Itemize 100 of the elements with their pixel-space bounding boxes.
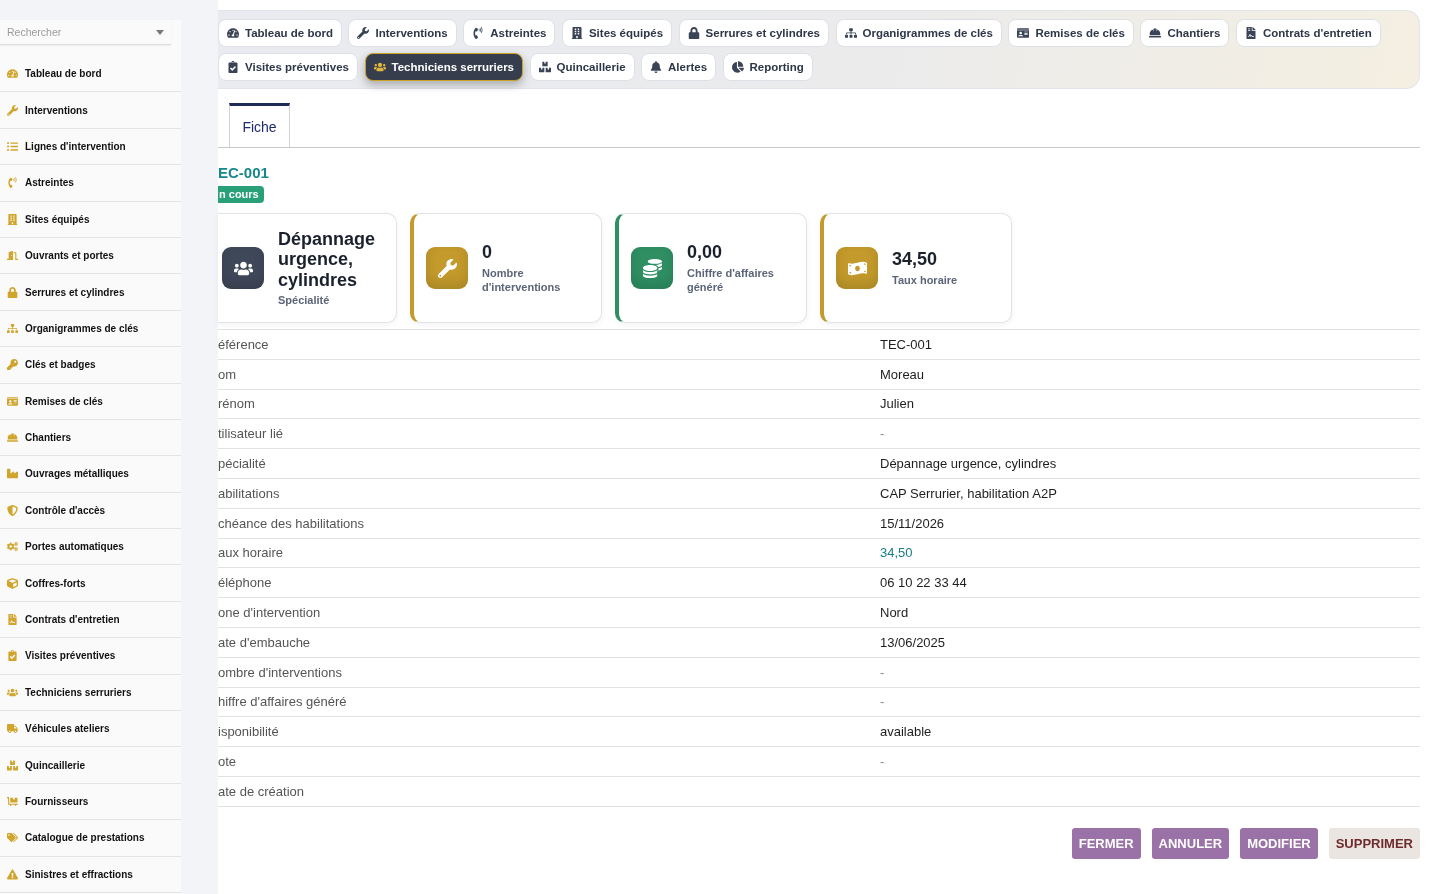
document-icon	[1244, 27, 1257, 39]
record-reference: EC-001	[218, 164, 269, 182]
pie-chart-icon	[731, 61, 744, 73]
lock-icon	[687, 27, 700, 39]
field-label: tilisateur lié	[218, 426, 284, 442]
sidebar-item[interactable]: Contrats d'entretien	[0, 601, 181, 639]
shield-icon	[7, 504, 18, 516]
record-tab[interactable]: Fiche	[229, 103, 290, 147]
sidebar-item[interactable]: Organigrammes de clés	[0, 310, 181, 348]
factory-icon	[7, 468, 18, 480]
module-tab[interactable]: Visites préventives	[218, 53, 358, 81]
wrench-icon	[357, 27, 370, 39]
sidebar-item[interactable]: Catalogue de prestations	[0, 820, 181, 857]
field-value: available	[880, 724, 932, 740]
module-tab[interactable]: Techniciens serruriers	[364, 53, 523, 81]
sidebar-item[interactable]: Quincaillerie	[0, 747, 181, 784]
module-tab[interactable]: Chantiers	[1140, 19, 1230, 47]
module-tab[interactable]: Interventions	[348, 19, 457, 47]
action-button[interactable]: FERMER	[1071, 827, 1141, 859]
door-icon	[7, 250, 18, 262]
sidebar-item[interactable]: Serrures et cylindres	[0, 274, 181, 311]
field-label: abilitations	[218, 485, 280, 501]
wrench-icon	[7, 104, 18, 116]
field-label: rénom	[218, 396, 255, 412]
field-value: 13/06/2025	[880, 634, 946, 650]
list-icon	[7, 140, 18, 152]
field-label: aux horaire	[218, 545, 284, 561]
sidebar-item[interactable]: Fournisseurs	[0, 783, 181, 821]
sidebar-item[interactable]: Coffres-forts	[0, 565, 181, 602]
gauge-icon	[227, 27, 239, 39]
sidebar-item[interactable]: Lignes d'intervention	[0, 128, 181, 166]
sidebar-item[interactable]: Sinistres et effractions	[0, 856, 181, 893]
stat-value: 34,50	[892, 249, 939, 270]
field-value: Dépannage urgence, cylindres	[880, 456, 1057, 472]
sidebar-item[interactable]: Interventions	[0, 92, 181, 129]
sidebar-item[interactable]: Contrôle d'accès	[0, 492, 181, 530]
sidebar-item[interactable]: Portes automatiques	[0, 529, 181, 566]
gauge-icon	[7, 68, 18, 80]
document-icon	[7, 614, 18, 626]
module-tab[interactable]: Quincaillerie	[529, 53, 635, 81]
search-field[interactable]: Rechercher	[0, 20, 171, 45]
boxes-icon	[538, 61, 551, 73]
hard-hat-icon	[7, 432, 18, 444]
building-icon	[7, 213, 18, 225]
caret-icon[interactable]	[156, 30, 164, 35]
module-tab[interactable]: Tableau de bord	[218, 19, 342, 47]
sidebar-item[interactable]: Astreintes	[0, 165, 181, 202]
sidebar-item[interactable]: Sites équipés	[0, 201, 181, 238]
boxes-icon	[7, 759, 18, 771]
field-label: éléphone	[218, 575, 272, 591]
people-icon	[373, 61, 386, 73]
id-card-icon	[1017, 27, 1030, 39]
field-label: isponibilité	[218, 724, 279, 740]
warning-icon	[7, 868, 18, 880]
dolly-icon	[7, 796, 18, 807]
sidebar-item[interactable]: Remises de clés	[0, 383, 181, 420]
module-tab[interactable]: Sites équipés	[561, 19, 673, 47]
field-label: ombre d'interventions	[218, 664, 342, 680]
field-value: 15/11/2026	[880, 515, 945, 531]
field-value: 06 10 22 33 44	[880, 575, 967, 591]
stat-label: Chiffre d'affaires généré	[687, 265, 775, 294]
bell-icon	[650, 61, 663, 73]
field-label: pécialité	[218, 456, 266, 472]
phone-icon	[472, 27, 485, 39]
sidebar-item[interactable]: Ouvrants et portes	[0, 237, 181, 275]
sidebar-item[interactable]: Véhicules ateliers	[0, 711, 181, 748]
sidebar-item[interactable]: Ouvrages métalliques	[0, 456, 181, 493]
action-button[interactable]: ANNULER	[1151, 827, 1230, 859]
people-icon	[7, 686, 18, 698]
cube-icon	[7, 577, 18, 589]
sidebar-item[interactable]: Chantiers	[0, 419, 181, 457]
sidebar-item[interactable]: Tableau de bord	[0, 56, 181, 93]
field-value: CAP Serrurier, habilitation A2P	[880, 485, 1057, 501]
stat-value: Dépannage urgence, cylindres	[278, 228, 377, 291]
sidebar-item[interactable]: Clés et badges	[0, 347, 181, 384]
field-value: Nord	[880, 605, 909, 621]
stat-value: 0,00	[687, 242, 724, 263]
key-icon	[7, 359, 18, 371]
building-icon	[570, 27, 583, 39]
id-card-icon	[7, 395, 18, 407]
delete-button[interactable]: SUPPRIMER	[1328, 827, 1420, 859]
sidebar-item[interactable]: Techniciens serruriers	[0, 674, 181, 712]
field-label: hiffre d'affaires généré	[218, 694, 347, 710]
field-label: om	[218, 366, 237, 382]
hierarchy-icon	[844, 27, 857, 39]
action-button[interactable]: MODIFIER	[1240, 827, 1318, 859]
hard-hat-icon	[1149, 27, 1162, 39]
field-label: chéance des habilitations	[218, 515, 364, 531]
module-tab[interactable]: Organigrammes de clés	[835, 19, 1002, 47]
sidebar-item[interactable]: Visites préventives	[0, 638, 181, 675]
module-tab[interactable]: Astreintes	[463, 19, 556, 47]
hierarchy-icon	[7, 322, 18, 334]
module-tab[interactable]: Remises de clés	[1008, 19, 1134, 47]
field-label: ate d'embauche	[218, 634, 311, 650]
module-tab[interactable]: Reporting	[722, 53, 813, 81]
stat-value: 0	[482, 242, 493, 263]
module-tab[interactable]: Contrats d'entretien	[1235, 19, 1381, 47]
module-tab[interactable]: Alertes	[641, 53, 717, 81]
status-badge: n cours	[218, 186, 264, 203]
module-tab[interactable]: Serrures et cylindres	[678, 19, 829, 47]
